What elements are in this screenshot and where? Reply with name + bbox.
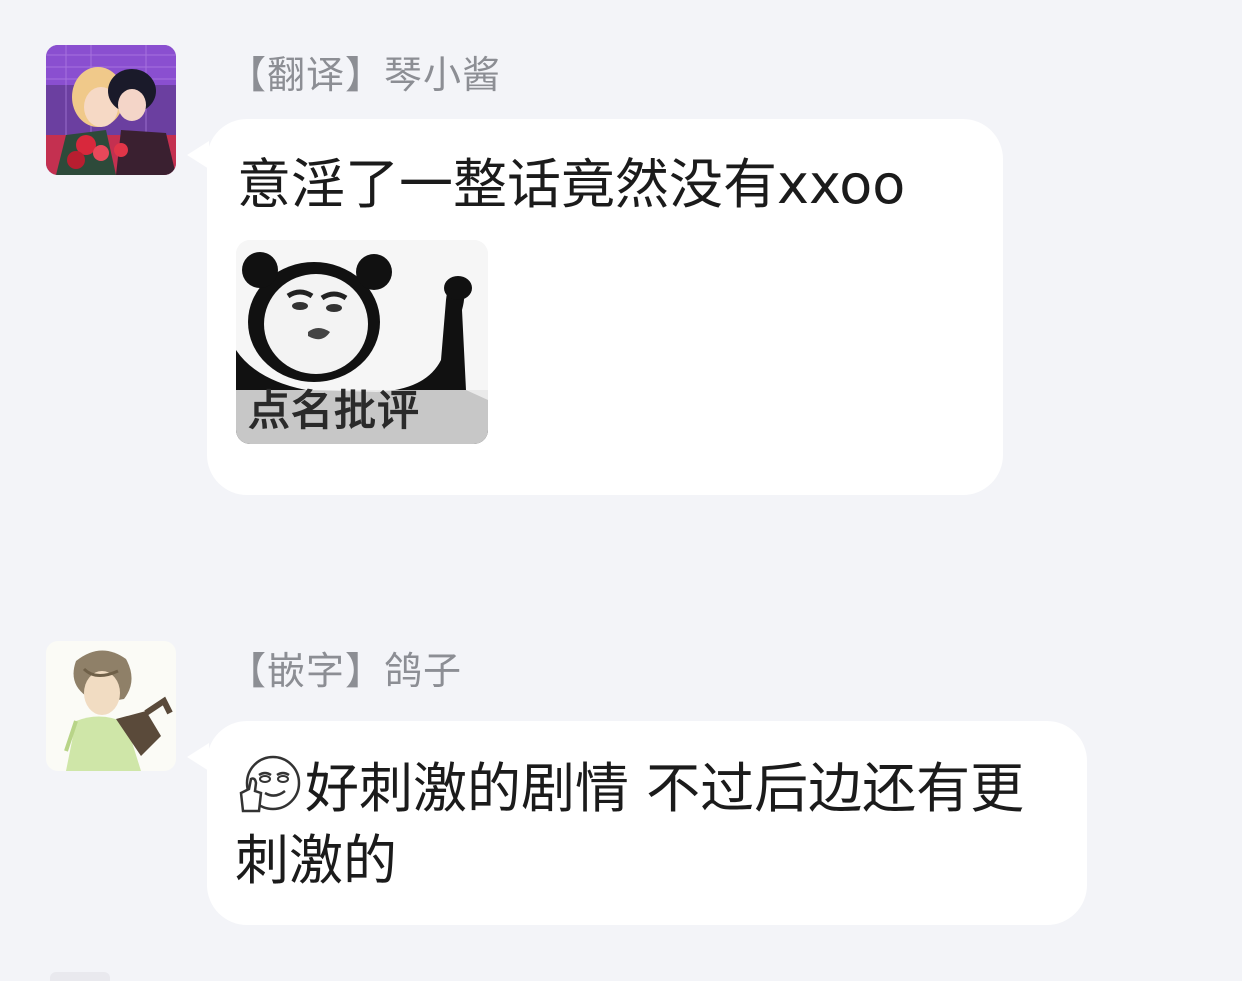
sender-name[interactable]: 【翻译】琴小酱 (228, 44, 501, 99)
sticker-caption: 点名批评 (248, 386, 421, 435)
smug-thumbs-up-emoji-icon (239, 755, 301, 813)
message-text-container: 好刺激的剧情 不过后边还有更刺激的 (235, 749, 1065, 897)
message-bubble[interactable]: 好刺激的剧情 不过后边还有更刺激的 (187, 721, 1087, 925)
sender-name[interactable]: 【嵌字】鸽子 (228, 640, 462, 695)
chat-view: 【翻译】琴小酱 意淫了一整话竟然没有xxoo 点名批评 【嵌字】鸽子 好刺激的剧… (0, 0, 1242, 981)
message-text: 意淫了一整话竟然没有xxoo (237, 153, 906, 216)
next-message-stub (50, 972, 110, 981)
avatar-illustration (46, 641, 176, 771)
sticker-image[interactable]: 点名批评 (236, 240, 488, 444)
avatar[interactable] (46, 641, 176, 771)
avatar-illustration (46, 45, 176, 175)
avatar[interactable] (46, 45, 176, 175)
message-text: 好刺激的剧情 不过后边还有更刺激的 (235, 757, 1025, 892)
message-bubble[interactable]: 意淫了一整话竟然没有xxoo 点名批评 (187, 119, 1003, 495)
